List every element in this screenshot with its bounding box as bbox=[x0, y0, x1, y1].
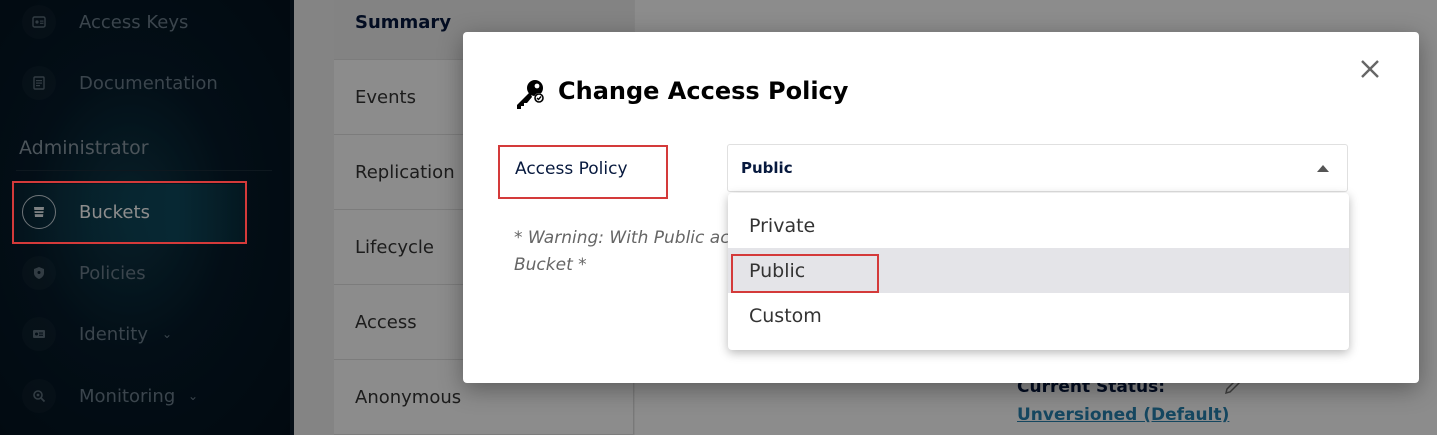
option-public[interactable]: Public bbox=[728, 248, 1349, 293]
option-label: Custom bbox=[749, 304, 822, 327]
option-private[interactable]: Private bbox=[728, 203, 1349, 248]
option-label: Public bbox=[749, 259, 806, 282]
warning-line: Bucket * bbox=[514, 255, 587, 276]
access-policy-select[interactable]: Public bbox=[727, 144, 1348, 192]
access-policy-label: Access Policy bbox=[515, 159, 628, 179]
close-icon[interactable] bbox=[1358, 57, 1382, 81]
selected-value: Public bbox=[741, 159, 793, 177]
warning-line: * Warning: With Public acc bbox=[514, 228, 739, 248]
dialog-title: Change Access Policy bbox=[558, 77, 849, 105]
access-policy-options-menu: Private Public Custom bbox=[728, 193, 1349, 350]
option-label: Private bbox=[749, 214, 816, 237]
key-icon bbox=[517, 80, 544, 109]
option-custom[interactable]: Custom bbox=[728, 293, 1349, 338]
public-access-warning: * Warning: With Public acc Bucket * bbox=[514, 225, 744, 279]
caret-up-icon bbox=[1317, 165, 1329, 172]
